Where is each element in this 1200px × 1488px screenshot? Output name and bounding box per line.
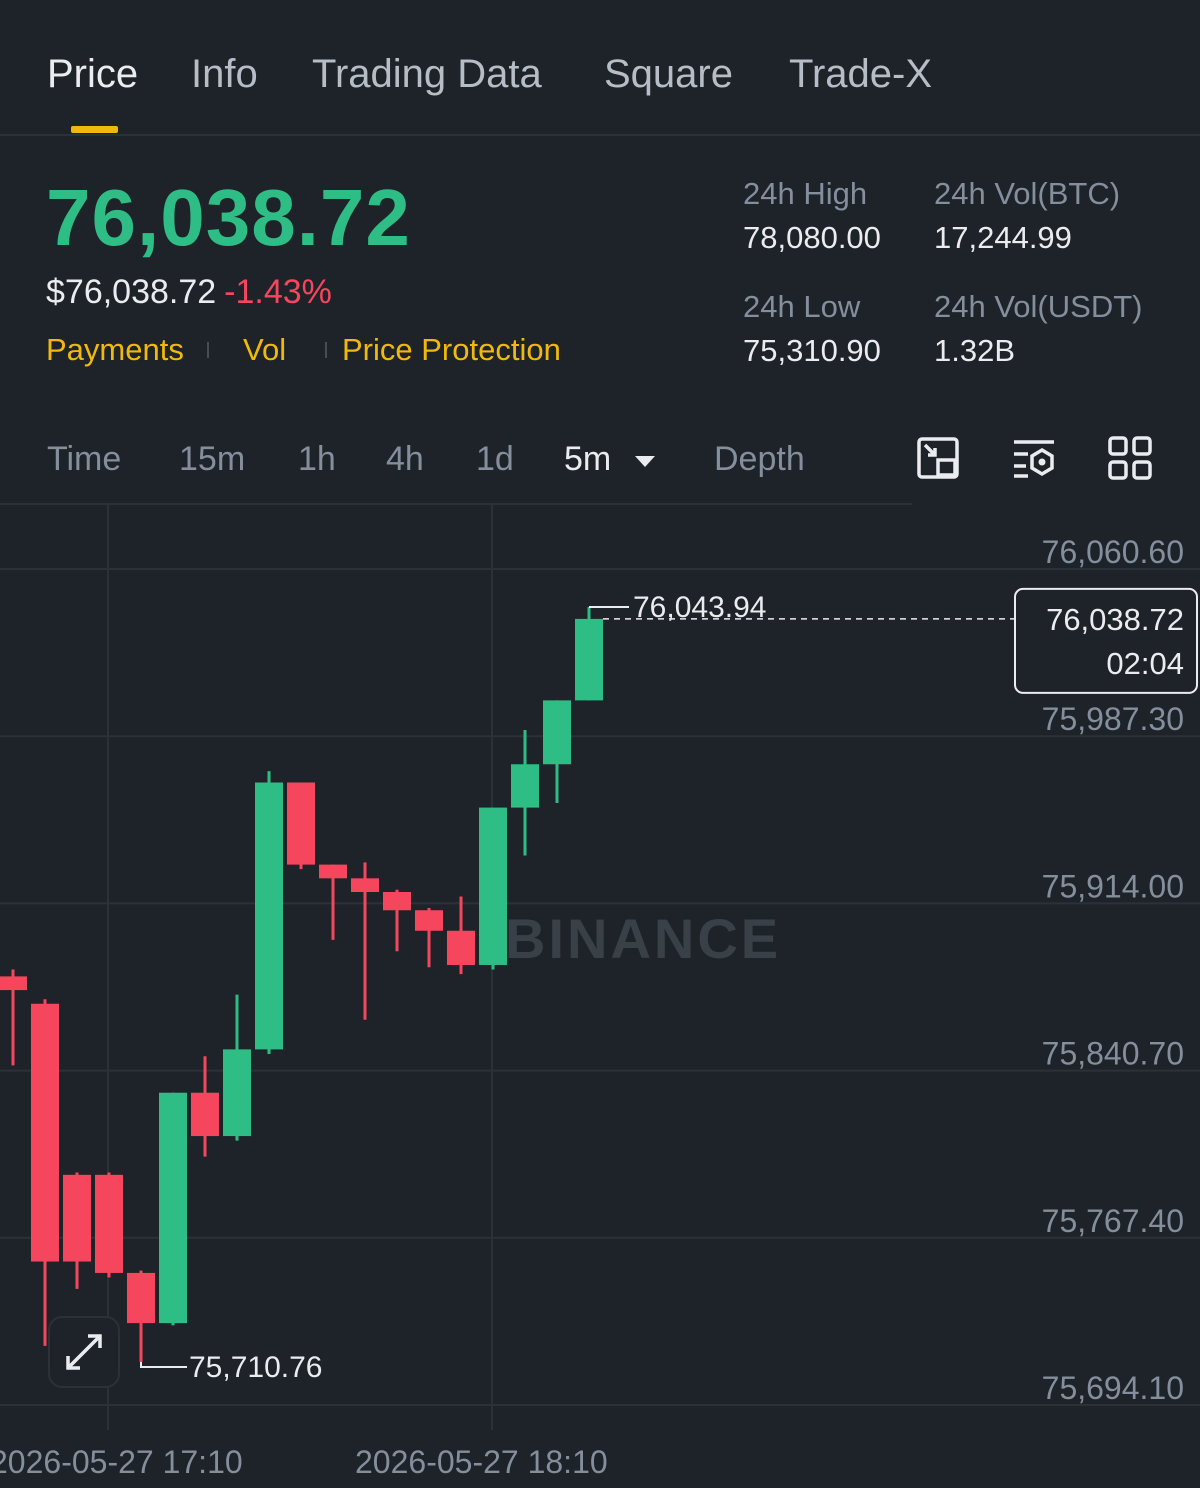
y-tick-label: 75,914.00: [1042, 868, 1184, 904]
candle: [223, 994, 251, 1141]
y-tick-label: 76,060.60: [1042, 534, 1184, 570]
tab-trade-x[interactable]: Trade-X: [789, 52, 932, 97]
candle-body: [383, 891, 411, 911]
top-tab-bar: Price Info Trading Data Square Trade-X: [0, 0, 1200, 136]
price-protection-link[interactable]: Price Protection: [342, 332, 561, 368]
candle: [127, 1270, 155, 1362]
vol-btc-label: 24h Vol(BTC): [934, 176, 1121, 211]
candle-body: [159, 1092, 187, 1324]
candle: [95, 1172, 123, 1278]
watermark-text: BINANCE: [505, 907, 781, 970]
low-24h-label: 24h Low: [743, 289, 861, 324]
current-price-label: 76,038.72: [1046, 602, 1184, 637]
tab-square[interactable]: Square: [604, 52, 733, 97]
candle-body: [0, 976, 27, 991]
last-price: 76,038.72: [46, 173, 411, 262]
usd-price: $76,038.72: [46, 273, 217, 311]
interval-1d[interactable]: 1d: [476, 440, 514, 479]
candle: [383, 889, 411, 952]
y-tick-label: 75,840.70: [1042, 1036, 1184, 1072]
interval-4h[interactable]: 4h: [386, 440, 424, 479]
tab-trading-data[interactable]: Trading Data: [312, 52, 542, 97]
low-marker-line: [140, 1361, 187, 1368]
y-tick-label: 75,694.10: [1042, 1370, 1184, 1406]
candle: [447, 896, 475, 975]
chart-switch-icon[interactable]: [916, 436, 960, 480]
candle: [159, 1092, 187, 1326]
indicator-settings-icon[interactable]: [1012, 436, 1056, 480]
candle-body: [415, 910, 443, 931]
payments-link[interactable]: Payments: [46, 332, 184, 368]
candle: [255, 771, 283, 1054]
vol-btc-value: 17,244.99: [934, 220, 1072, 255]
vol-usdt-label: 24h Vol(USDT): [934, 289, 1143, 324]
x-tick-label: 2026-05-27 18:10: [355, 1444, 608, 1480]
x-axis-labels: 2026-05-27 17:10 2026-05-27 18:10: [0, 1444, 608, 1480]
candle-body: [319, 864, 347, 879]
candle-body: [447, 930, 475, 965]
candle-body: [191, 1092, 219, 1137]
candle-body: [63, 1174, 91, 1262]
interval-time[interactable]: Time: [47, 440, 121, 479]
interval-5m-label: 5m: [564, 440, 612, 478]
vol-link[interactable]: Vol: [243, 332, 286, 368]
price-markers: 76,043.9475,710.7676,038.7202:04: [140, 587, 1198, 1384]
grid-layout-icon[interactable]: [1108, 436, 1152, 480]
candle-body: [351, 878, 379, 892]
caret-down-icon: [634, 456, 655, 468]
candle-body: [511, 764, 539, 808]
sub-price-row: $76,038.72 -1.43%: [46, 273, 332, 312]
candle: [479, 807, 507, 970]
candle: [351, 862, 379, 1020]
candlestick-chart[interactable]: BINANCE 76,060.60 75,987.30 75,914.00 75,84…: [0, 505, 1200, 1488]
fullscreen-button[interactable]: [48, 1316, 120, 1388]
y-tick-label: 75,987.30: [1042, 701, 1184, 737]
link-separator: [325, 342, 327, 358]
candle: [287, 782, 315, 870]
candle: [415, 907, 443, 968]
candle: [319, 864, 347, 940]
candle: [0, 969, 27, 1066]
low-marker-label: 75,710.76: [189, 1351, 322, 1384]
high-24h-value: 78,080.00: [743, 220, 881, 255]
candles: [0, 607, 603, 1362]
depth-tab[interactable]: Depth: [714, 440, 805, 479]
countdown-label: 02:04: [1106, 646, 1184, 681]
candle-body: [255, 782, 283, 1050]
vol-usdt-value: 1.32B: [934, 333, 1016, 368]
tab-price[interactable]: Price: [47, 52, 138, 97]
interval-5m-dropdown[interactable]: 5m: [564, 440, 657, 479]
candle-body: [31, 1003, 59, 1262]
candle: [543, 700, 571, 804]
candle-body: [575, 618, 603, 701]
candle: [31, 999, 59, 1346]
low-24h-value: 75,310.90: [743, 333, 881, 368]
candle-body: [287, 782, 315, 865]
candle: [511, 730, 539, 856]
high-24h-label: 24h High: [743, 176, 868, 211]
active-tab-indicator: [71, 126, 118, 133]
candle-body: [543, 700, 571, 765]
x-tick-label: 2026-05-27 17:10: [0, 1444, 243, 1480]
tab-info[interactable]: Info: [191, 52, 258, 97]
candle-body: [95, 1174, 123, 1273]
candle: [575, 607, 603, 701]
candle: [63, 1172, 91, 1289]
interval-15m[interactable]: 15m: [179, 440, 245, 479]
y-tick-label: 75,767.40: [1042, 1203, 1184, 1239]
expand-arrows-icon: [66, 1334, 102, 1370]
interval-1h[interactable]: 1h: [298, 440, 336, 479]
candle-body: [479, 807, 507, 965]
link-separator: [207, 342, 209, 358]
candle-body: [223, 1049, 251, 1137]
price-change-percent: -1.43%: [224, 273, 332, 311]
candle-body: [127, 1272, 155, 1324]
